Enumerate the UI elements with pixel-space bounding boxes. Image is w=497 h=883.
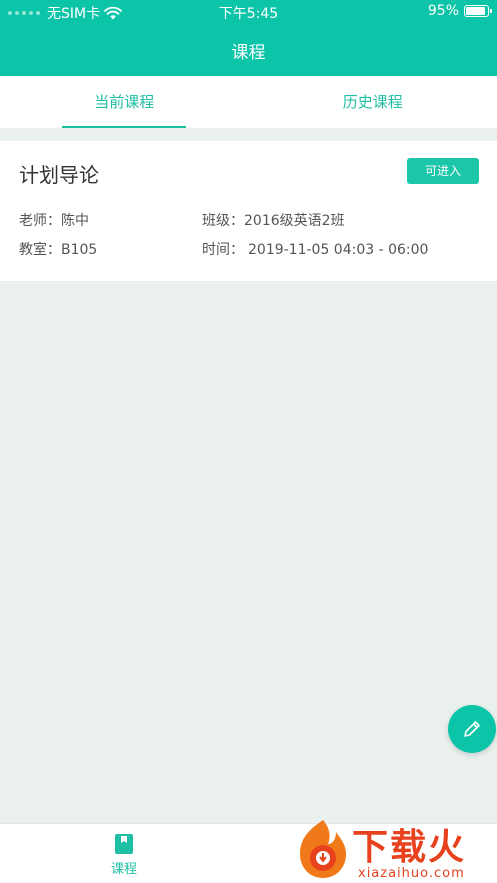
tab-current-courses[interactable]: 当前课程	[0, 76, 249, 128]
tab-history-courses[interactable]: 历史课程	[249, 76, 497, 128]
status-right: 95%	[427, 3, 492, 19]
nav-header: 无SIM卡 下午5:45 95% 课程	[0, 0, 497, 76]
enter-course-button[interactable]: 可进入	[407, 158, 479, 184]
pencil-icon	[464, 721, 480, 737]
course-tabs: 当前课程 历史课程	[0, 76, 497, 128]
course-name: 计划导论	[19, 163, 99, 187]
flame-logo-icon	[300, 820, 346, 878]
class-info: 班级：2016级英语2班	[202, 210, 345, 230]
tabbar-courses-label: 课程	[110, 862, 137, 877]
teacher-info: 老师：陈中	[19, 210, 89, 230]
edit-fab-button[interactable]	[448, 705, 496, 753]
status-time: 下午5:45	[218, 6, 279, 22]
class-label: 班级：	[202, 213, 244, 229]
teacher-value: 陈中	[61, 213, 89, 229]
time-label: 时间：	[202, 242, 244, 258]
class-value: 2016级英语2班	[244, 213, 345, 229]
battery-percent: 95%	[427, 3, 459, 19]
page-title: 课程	[231, 43, 266, 63]
time-info: 时间： 2019-11-05 04:03 - 06:00	[202, 239, 428, 259]
watermark-domain: xiazaihuo.com	[358, 866, 465, 881]
book-icon	[115, 834, 133, 854]
time-value: 2019-11-05 04:03 - 06:00	[248, 242, 429, 258]
watermark-brand: 下载火	[352, 827, 467, 868]
room-value: B105	[61, 242, 98, 258]
room-info: 教室：B105	[19, 239, 97, 259]
room-label: 教室：	[19, 242, 61, 258]
watermark-logo: 下载火 xiazaihuo.com	[290, 816, 497, 883]
battery-icon	[464, 5, 492, 17]
teacher-label: 老师：	[19, 213, 61, 229]
status-bar: 无SIM卡 下午5:45 95%	[0, 0, 497, 24]
tabbar-item-courses[interactable]: 课程	[84, 824, 164, 883]
